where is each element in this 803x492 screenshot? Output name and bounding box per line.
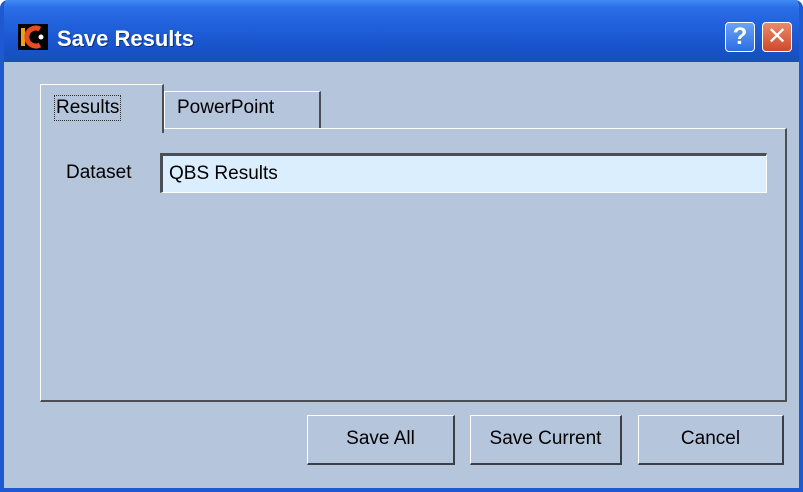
tab-powerpoint[interactable]: PowerPoint [164,91,321,129]
save-all-button[interactable]: Save All [307,415,455,465]
help-icon[interactable]: ? [725,22,755,52]
tab-results-label: Results [54,95,122,121]
save-results-dialog: Save Results ? ✕ Results PowerPoint Data… [0,0,803,492]
app-logo-icon [18,24,48,50]
title-bar[interactable]: Save Results ? ✕ [4,0,799,62]
cancel-button[interactable]: Cancel [638,415,784,465]
window-title: Save Results [57,26,194,51]
save-current-button[interactable]: Save Current [470,415,622,465]
dataset-input[interactable] [160,153,767,193]
dataset-label: Dataset [66,162,132,183]
tab-powerpoint-label: PowerPoint [177,97,275,118]
tab-results[interactable]: Results [40,84,164,133]
close-icon[interactable]: ✕ [762,22,792,52]
results-tab-panel: Dataset [40,128,787,402]
